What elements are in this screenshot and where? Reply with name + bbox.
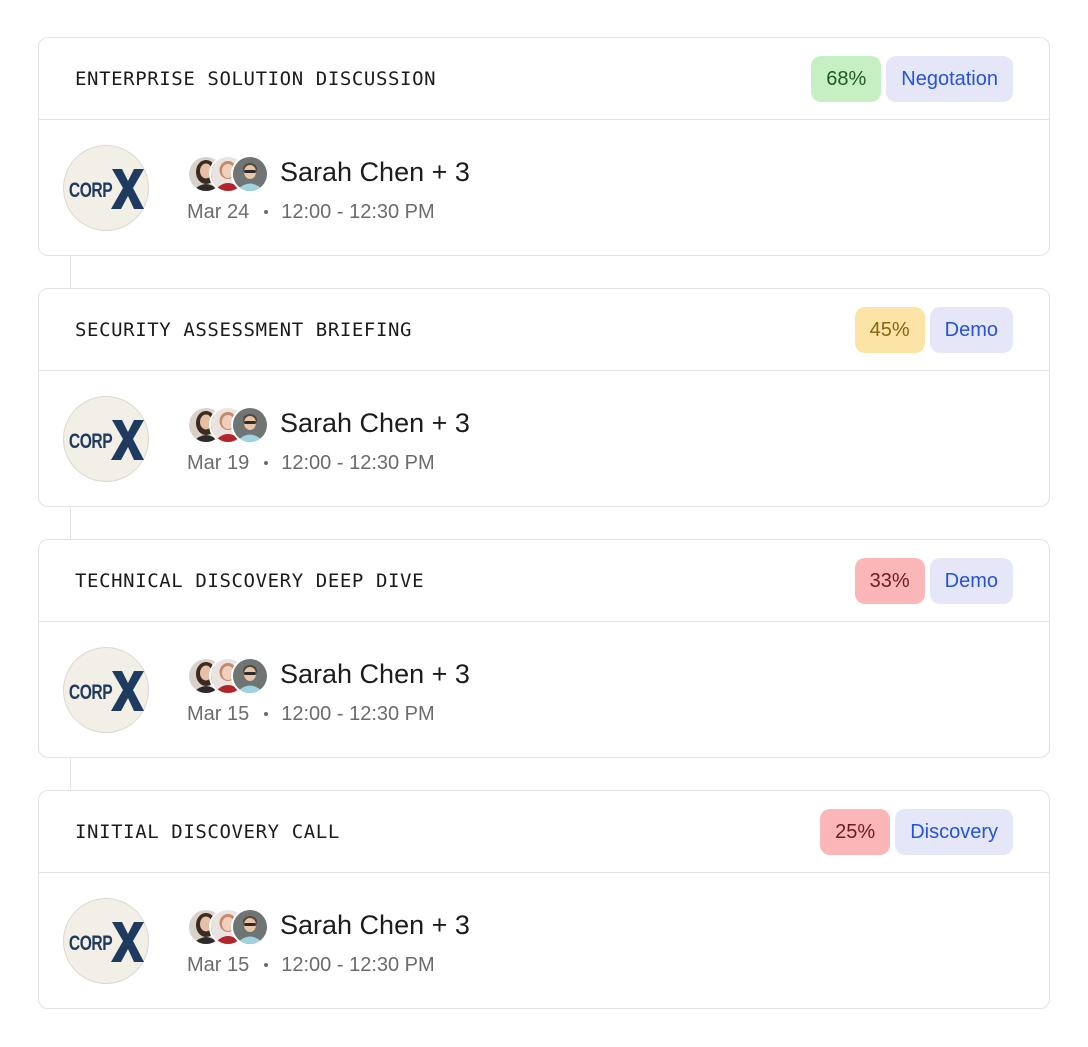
attendees-row[interactable]: Sarah Chen + 3 — [187, 655, 470, 695]
company-logo: CORP — [63, 647, 149, 733]
meeting-title: SECURITY ASSESSMENT BRIEFING — [75, 318, 413, 341]
meeting-card-body: CORP — [39, 120, 1049, 256]
meeting-card-header: ENTERPRISE SOLUTION DISCUSSION 68% Negot… — [39, 38, 1049, 120]
meeting-card-body: CORP — [39, 371, 1049, 507]
attendees-label: Sarah Chen + 3 — [280, 659, 470, 689]
meeting-title: TECHNICAL DISCOVERY DEEP DIVE — [75, 569, 425, 592]
company-logo: CORP — [63, 145, 149, 231]
meeting-badges: 45% Demo — [854, 306, 1013, 353]
attendees-label: Sarah Chen + 3 — [280, 910, 470, 940]
meeting-meta: Mar 19 12:00 - 12:30 PM — [187, 452, 470, 475]
attendee-avatars[interactable] — [187, 907, 269, 946]
meeting-time: 12:00 - 12:30 PM — [281, 200, 435, 223]
stage-badge[interactable]: Demo — [929, 557, 1013, 604]
meeting-title: INITIAL DISCOVERY CALL — [75, 820, 340, 843]
meeting-time: 12:00 - 12:30 PM — [281, 953, 435, 976]
corpx-logo-icon: CORP — [69, 671, 144, 711]
probability-badge: 33% — [854, 557, 925, 604]
attendees-label: Sarah Chen + 3 — [280, 157, 470, 187]
svg-text:CORP: CORP — [69, 680, 112, 704]
meeting-timeline: ENTERPRISE SOLUTION DISCUSSION 68% Negot… — [38, 37, 1050, 1009]
meeting-info: Sarah Chen + 3 Mar 15 12:00 - 12:30 PM — [187, 655, 470, 726]
avatar — [231, 154, 269, 193]
attendee-avatars[interactable] — [187, 154, 269, 193]
meeting-card-header: INITIAL DISCOVERY CALL 25% Discovery — [39, 791, 1049, 873]
avatar — [231, 656, 269, 695]
probability-badge: 45% — [854, 306, 925, 353]
separator-dot — [264, 461, 269, 465]
company-logo: CORP — [63, 396, 149, 482]
meeting-card[interactable]: INITIAL DISCOVERY CALL 25% Discovery COR… — [38, 758, 1050, 1009]
timeline-connector — [70, 507, 71, 540]
meeting-date: Mar 19 — [187, 451, 250, 474]
meeting-title: ENTERPRISE SOLUTION DISCUSSION — [75, 67, 437, 90]
corpx-logo-icon: CORP — [69, 922, 144, 962]
stage-badge[interactable]: Negotation — [886, 55, 1013, 102]
svg-text:CORP: CORP — [69, 931, 112, 955]
meeting-card[interactable]: SECURITY ASSESSMENT BRIEFING 45% Demo CO… — [38, 256, 1050, 507]
meeting-date: Mar 15 — [187, 702, 250, 725]
probability-badge: 68% — [811, 55, 882, 102]
meeting-card[interactable]: TECHNICAL DISCOVERY DEEP DIVE 33% Demo C… — [38, 507, 1050, 758]
svg-text:CORP: CORP — [69, 429, 112, 453]
meeting-card-header: SECURITY ASSESSMENT BRIEFING 45% Demo — [39, 289, 1049, 371]
probability-badge: 25% — [820, 808, 891, 855]
svg-text:CORP: CORP — [69, 178, 112, 202]
attendees-row[interactable]: Sarah Chen + 3 — [187, 906, 470, 946]
timeline-connector — [70, 256, 71, 289]
meeting-badges: 33% Demo — [854, 557, 1013, 604]
meeting-card[interactable]: ENTERPRISE SOLUTION DISCUSSION 68% Negot… — [38, 37, 1050, 256]
meeting-card-body: CORP — [39, 622, 1049, 758]
avatar — [231, 405, 269, 444]
attendee-avatars[interactable] — [187, 405, 269, 444]
meeting-card-body: CORP — [39, 873, 1049, 1009]
stage-badge[interactable]: Discovery — [895, 808, 1013, 855]
meeting-meta: Mar 24 12:00 - 12:30 PM — [187, 201, 470, 224]
meeting-info: Sarah Chen + 3 Mar 15 12:00 - 12:30 PM — [187, 906, 470, 977]
attendees-label: Sarah Chen + 3 — [280, 408, 470, 438]
meeting-time: 12:00 - 12:30 PM — [281, 451, 435, 474]
meeting-info: Sarah Chen + 3 Mar 24 12:00 - 12:30 PM — [187, 153, 470, 224]
attendees-row[interactable]: Sarah Chen + 3 — [187, 153, 470, 193]
separator-dot — [264, 712, 269, 716]
meeting-badges: 68% Negotation — [811, 55, 1013, 102]
meeting-meta: Mar 15 12:00 - 12:30 PM — [187, 954, 470, 977]
avatar — [231, 907, 269, 946]
corpx-logo-icon: CORP — [69, 420, 144, 460]
meeting-date: Mar 15 — [187, 953, 250, 976]
attendee-avatars[interactable] — [187, 656, 269, 695]
meeting-time: 12:00 - 12:30 PM — [281, 702, 435, 725]
attendees-row[interactable]: Sarah Chen + 3 — [187, 404, 470, 444]
separator-dot — [264, 210, 269, 214]
stage-badge[interactable]: Demo — [929, 306, 1013, 353]
meeting-date: Mar 24 — [187, 200, 250, 223]
meeting-badges: 25% Discovery — [820, 808, 1013, 855]
meeting-card-header: TECHNICAL DISCOVERY DEEP DIVE 33% Demo — [39, 540, 1049, 622]
meeting-meta: Mar 15 12:00 - 12:30 PM — [187, 703, 470, 726]
corpx-logo-icon: CORP — [69, 169, 144, 209]
company-logo: CORP — [63, 898, 149, 984]
separator-dot — [264, 963, 269, 967]
timeline-connector — [70, 758, 71, 791]
meeting-info: Sarah Chen + 3 Mar 19 12:00 - 12:30 PM — [187, 404, 470, 475]
